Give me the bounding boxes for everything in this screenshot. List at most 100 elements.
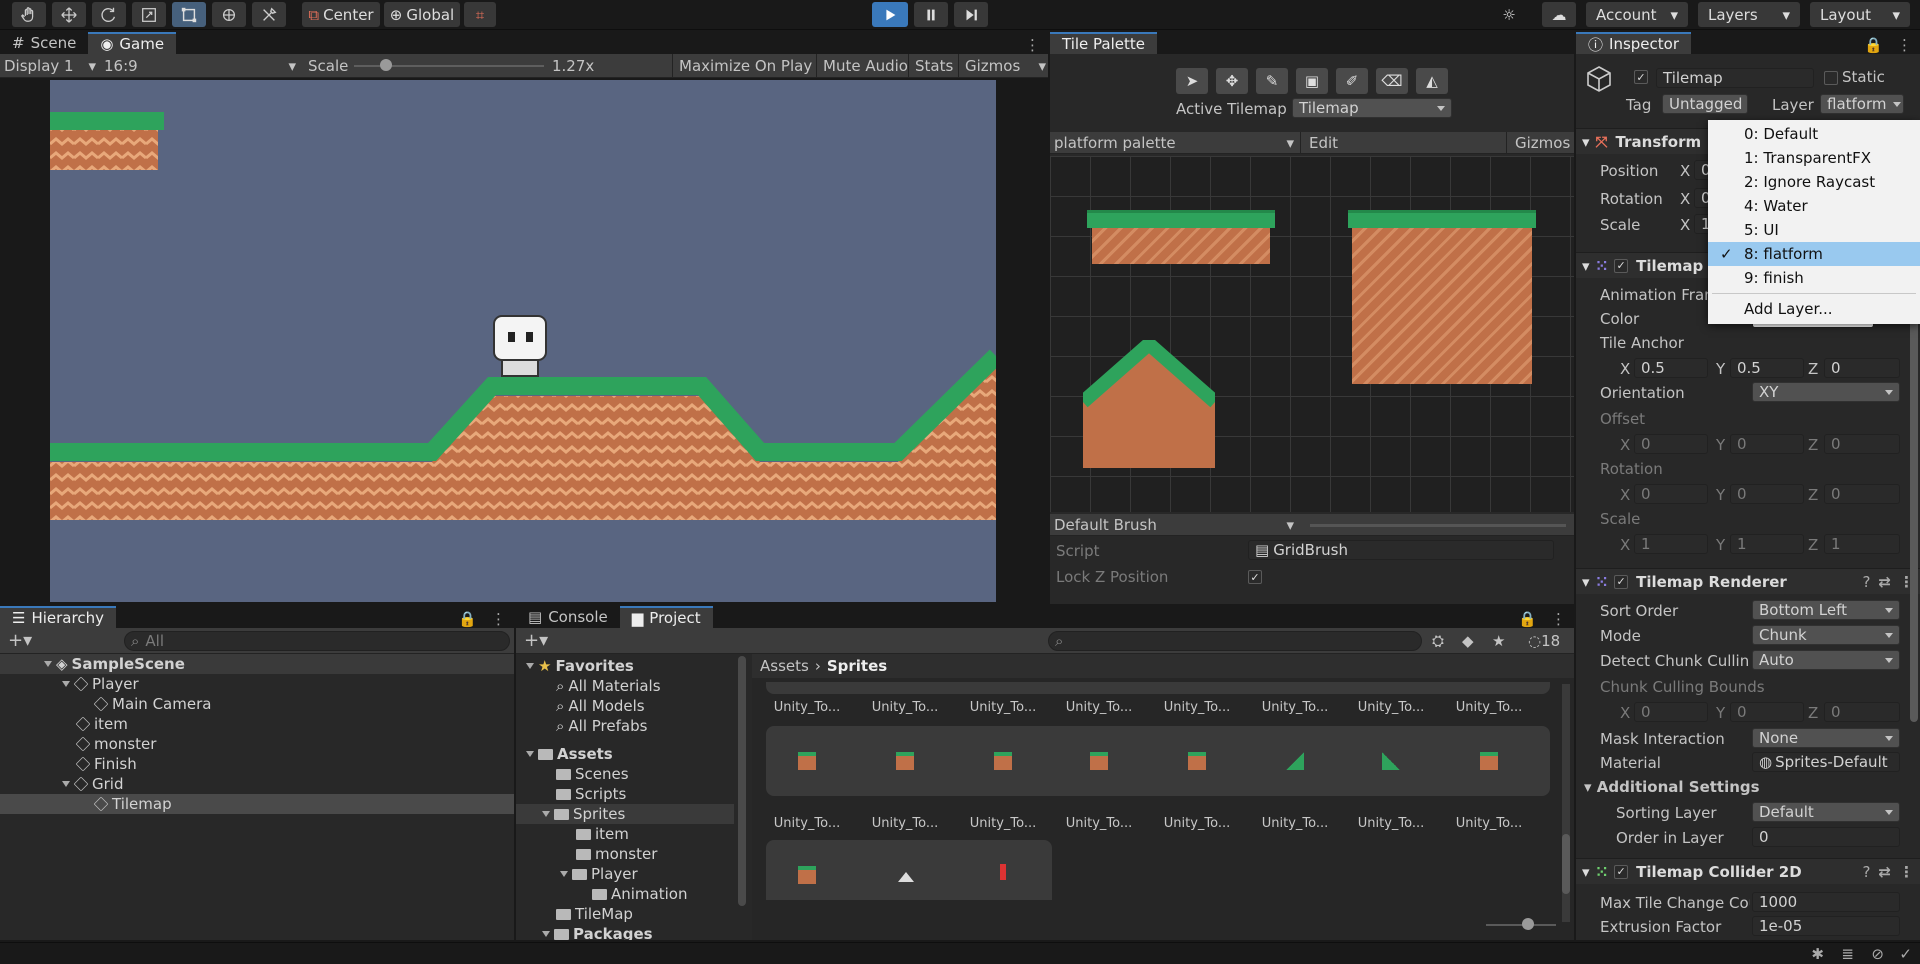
hierarchy-item-tilemap[interactable]: Tilemap [0,794,514,814]
edit-button[interactable]: Edit [1300,131,1338,154]
active-tilemap-dropdown[interactable]: Tilemap [1292,98,1452,118]
folder-player[interactable]: Player [560,864,638,884]
add-icon[interactable]: +▾ [8,630,32,651]
orientation-dropdown[interactable]: XY [1752,382,1900,402]
tab-game[interactable]: ◉ Game [88,32,177,54]
hierarchy-item-main-camera[interactable]: Main Camera [93,694,211,714]
folder-tilemap[interactable]: TileMap [556,904,633,924]
script-field[interactable]: ▤ GridBrush [1248,540,1554,560]
display-dropdown[interactable]: Display 1 ▾ [4,57,96,75]
sprite-thumbnail[interactable] [896,752,914,770]
palette-tile-grass-block[interactable] [1348,210,1536,228]
paint-brush-icon[interactable]: ✎ [1256,68,1288,94]
mute-audio-button[interactable]: Mute Audio [816,53,908,78]
filter-type-icon[interactable]: ⛭ [1432,632,1444,650]
stats-button[interactable]: Stats [908,53,953,78]
folder-scenes[interactable]: Scenes [556,764,629,784]
palette-gizmos-button[interactable]: Gizmos [1506,131,1570,154]
asset-label-4[interactable]: Unity_To... [1054,700,1144,715]
transform-tool-icon[interactable] [212,2,246,27]
layer-menu-item-finish[interactable]: 9: finish [1708,266,1920,290]
mask-interaction-dropdown[interactable]: None [1752,728,1900,748]
tab-tile-palette[interactable]: Tile Palette [1050,32,1157,54]
help-icon[interactable]: ? [1862,573,1870,591]
play-button[interactable] [872,2,908,27]
add-icon[interactable]: +▾ [524,630,548,651]
layer-menu-item-ui[interactable]: 5: UI [1708,218,1920,242]
layer-menu-item-ignore-raycast[interactable]: 2: Ignore Raycast [1708,170,1920,194]
maximize-on-play-button[interactable]: Maximize On Play [672,53,812,78]
tab-project[interactable]: ▆ Project [619,606,713,628]
game-viewport[interactable] [50,80,996,602]
layer-menu-item-transparentfx[interactable]: 1: TransparentFX [1708,146,1920,170]
hierarchy-search-input[interactable]: ⌕ All [124,631,510,651]
scene-row[interactable]: ◈ SampleScene [0,654,514,674]
folder-tree-scrollbar[interactable] [738,656,746,906]
sprite-thumbnail[interactable] [1090,752,1108,770]
panel-menu-icon[interactable]: ⋮ [1543,610,1574,628]
scale-tool-icon[interactable] [132,2,166,27]
hierarchy-item-item[interactable]: item [75,714,128,734]
hierarchy-item-finish[interactable]: Finish [75,754,137,774]
cloud-icon[interactable]: ☁ [1542,2,1576,27]
rect-tool-icon[interactable] [172,2,206,27]
mode-dropdown[interactable]: Chunk [1752,625,1900,645]
layers-dropdown[interactable]: Layers ▾ [1698,2,1800,27]
palette-grid[interactable] [1050,156,1574,512]
aspect-dropdown[interactable]: 16:9 ▾ [104,57,296,75]
hierarchy-item-monster[interactable]: monster [75,734,156,754]
sprite-thumbnail[interactable] [1480,752,1498,770]
asset-label-15[interactable]: Unity_To... [1346,816,1436,831]
panel-menu-icon[interactable]: ⋮ [483,610,514,628]
asset-label-8[interactable]: Unity_To... [1444,700,1534,715]
layer-menu-item-water[interactable]: 4: Water [1708,194,1920,218]
sprite-thumbnail[interactable] [1382,752,1400,770]
material-field[interactable]: ◍ Sprites-Default [1752,752,1900,772]
asset-label-11[interactable]: Unity_To... [958,816,1048,831]
sort-order-dropdown[interactable]: Bottom Left [1752,600,1900,620]
custom-tool-icon[interactable] [252,2,286,27]
sorting-layer-dropdown[interactable]: Default [1752,802,1900,822]
select-arrow-icon[interactable]: ➤ [1176,68,1208,94]
palette-tile-dirt-block[interactable] [1352,228,1532,384]
lock-z-checkbox[interactable]: ✓ [1248,570,1262,584]
max-tile-change-input[interactable]: 1000 [1752,892,1900,912]
tab-scene[interactable]: # Scene [0,32,88,54]
folder-item[interactable]: item [576,824,629,844]
anchor-y-input[interactable]: 0.5 [1730,358,1804,378]
label-icon[interactable]: ◆ [1462,632,1474,650]
sprite-thumbnail[interactable] [798,866,816,884]
layer-menu-item-flatform[interactable]: ✓ 8: flatform [1708,242,1920,266]
panel-menu-icon[interactable]: ⋮ [1899,863,1914,881]
palette-tile-grass-wide[interactable] [1087,210,1275,228]
breadcrumb-assets[interactable]: Assets [760,657,809,675]
sprite-thumbnail[interactable] [798,752,816,770]
thumbnail-size-handle[interactable] [1522,918,1534,930]
splitter-handle[interactable] [1310,524,1566,527]
flag-sprite-thumbnail[interactable] [1000,864,1006,880]
network-icon[interactable]: ⊘ [1871,945,1884,963]
scrollbar-thumb[interactable] [1562,834,1570,894]
breadcrumb-sprites[interactable]: Sprites [827,657,887,675]
help-icon[interactable]: ? [1862,863,1870,881]
collider-header[interactable]: ▾ ⁙ ✓ Tilemap Collider 2D? ⇄ ⋮ [1576,858,1920,884]
asset-grid-scrollbar[interactable] [1562,684,1570,922]
palette-dropdown[interactable]: platform palette ▾ [1054,134,1294,152]
asset-label-9[interactable]: Unity_To... [762,816,852,831]
palette-tile-dirt-wide[interactable] [1092,228,1270,264]
asset-label-10[interactable]: Unity_To... [860,816,950,831]
folder-sprites[interactable]: Sprites [516,804,734,824]
favorite-all-models[interactable]: ⌕ All Models [556,696,645,716]
tilemap-renderer-header[interactable]: ▾ ⁙ ✓ Tilemap Renderer? ⇄ ⋮ [1576,568,1920,594]
box-fill-icon[interactable]: ▣ [1296,68,1328,94]
check-circle-icon[interactable]: ✓ [1899,945,1912,963]
asset-label-5[interactable]: Unity_To... [1152,700,1242,715]
hierarchy-item-grid[interactable]: Grid [62,774,123,794]
tab-hierarchy[interactable]: ☰ Hierarchy [0,606,116,628]
thumbnail-size-slider[interactable] [1486,924,1556,926]
settings-icon[interactable]: ⇄ [1878,863,1891,881]
folder-scripts[interactable]: Scripts [556,784,626,804]
star-icon[interactable]: ★ [1492,632,1505,650]
tilemap-enabled-checkbox[interactable]: ✓ [1614,258,1629,273]
favorite-all-prefabs[interactable]: ⌕ All Prefabs [556,716,647,736]
